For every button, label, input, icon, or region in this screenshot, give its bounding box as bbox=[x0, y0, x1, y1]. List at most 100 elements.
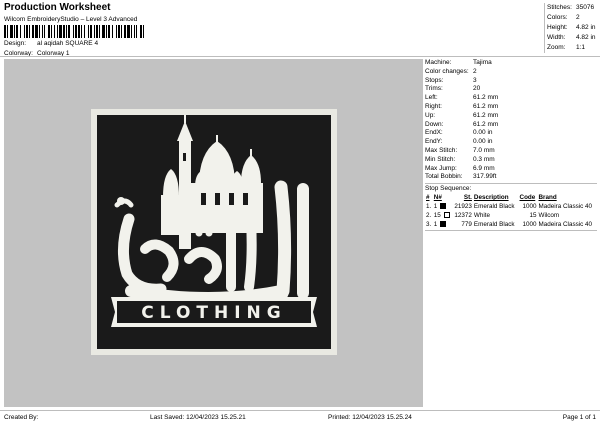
column-header: St. bbox=[463, 194, 472, 202]
color-swatch-icon bbox=[440, 221, 447, 228]
barcode-bar bbox=[48, 25, 50, 38]
stat-value: 4.82 in bbox=[576, 34, 596, 41]
design-value: al aqidah SQUARE 4 bbox=[37, 40, 99, 47]
info-value: 3 bbox=[473, 76, 477, 84]
barcode-bar bbox=[73, 25, 74, 38]
barcode-bar bbox=[14, 25, 15, 38]
stat-row: Height: 4.82 in bbox=[547, 23, 598, 33]
stat-label: Height: bbox=[547, 24, 568, 31]
stat-label: Zoom: bbox=[547, 44, 566, 51]
embroidery-patch: CLOTHING bbox=[91, 109, 337, 355]
barcode-bar bbox=[26, 25, 28, 38]
page-number: Page 1 of 1 bbox=[562, 414, 596, 421]
needle-cell: 15 bbox=[433, 211, 452, 220]
needle-number: 1 bbox=[433, 203, 438, 211]
thread-description: White bbox=[473, 212, 491, 220]
thread-description: Emerald Black bbox=[473, 221, 515, 229]
row-number: 2. bbox=[426, 212, 432, 220]
design-preview: CLOTHING bbox=[4, 59, 423, 407]
design-stats: Stitches: 35076 Colors: 2 Height: 4.82 in Widt… bbox=[544, 3, 598, 53]
info-row: Min Stitch: 0.3 mm bbox=[425, 156, 597, 165]
barcode-bar bbox=[136, 25, 137, 38]
barcode-bar bbox=[10, 25, 13, 38]
machine-info: Machine: Tajima Color changes: 2 Stops: 3 Trim… bbox=[425, 59, 597, 182]
thread-description: Emerald Black bbox=[473, 203, 515, 211]
info-row: Total Bobbin: 317.99ft bbox=[425, 173, 597, 182]
barcode-bar bbox=[68, 25, 70, 38]
stitch-count: 12372 bbox=[454, 212, 472, 220]
barcode-bar bbox=[66, 25, 67, 38]
column-header: Code bbox=[519, 194, 536, 202]
barcode bbox=[4, 25, 144, 38]
barcode-bar bbox=[57, 25, 58, 38]
info-value: 0.00 in bbox=[473, 129, 493, 137]
needle-number: 15 bbox=[433, 212, 441, 220]
barcode-bar bbox=[7, 25, 8, 38]
table-divider bbox=[425, 230, 597, 232]
machine-info-panel: Machine: Tajima Color changes: 2 Stops: 3 Trim… bbox=[425, 59, 597, 232]
stat-row: Stitches: 35076 bbox=[547, 3, 598, 13]
barcode-bar bbox=[24, 25, 25, 38]
info-value: 0.00 in bbox=[473, 138, 493, 146]
stat-value: 2 bbox=[576, 14, 580, 21]
info-label: Max Jump: bbox=[425, 164, 457, 172]
stat-value: 35076 bbox=[576, 4, 595, 11]
info-value: 61.2 mm bbox=[473, 94, 499, 102]
barcode-bar bbox=[44, 25, 45, 38]
clothing-text: CLOTHING bbox=[141, 303, 286, 323]
stitch-count: 779 bbox=[461, 221, 472, 229]
info-value: 6.9 mm bbox=[473, 164, 495, 172]
barcode-bar bbox=[102, 25, 105, 38]
info-label: Min Stitch: bbox=[425, 155, 456, 163]
thread-code: 1000 bbox=[522, 203, 537, 211]
barcode-bar bbox=[20, 25, 21, 38]
barcode-bar bbox=[112, 25, 113, 38]
stat-value: 1:1 bbox=[576, 44, 586, 51]
barcode-bar bbox=[63, 25, 65, 38]
color-swatch-icon bbox=[443, 212, 450, 219]
stat-row: Width: 4.82 in bbox=[547, 33, 598, 43]
info-label: EndX: bbox=[425, 129, 443, 137]
thread-brand: Madeira Classic 40 bbox=[538, 203, 593, 211]
barcode-bar bbox=[81, 25, 82, 38]
software-name: Wilcom EmbroideryStudio – Level 3 Advanc… bbox=[4, 16, 138, 23]
stop-sequence-title: Stop Sequence: bbox=[425, 185, 472, 193]
info-value: 61.2 mm bbox=[473, 111, 499, 119]
stat-label: Stitches: bbox=[547, 4, 572, 11]
info-row: Down: 61.2 mm bbox=[425, 121, 597, 130]
info-value: 61.2 mm bbox=[473, 102, 499, 110]
info-label: Machine: bbox=[425, 59, 452, 66]
stat-row: Zoom: 1:1 bbox=[547, 43, 598, 53]
barcode-bar bbox=[59, 25, 62, 38]
table-row: 1. 1 21923 Emerald Black 1000 Madeira Classic… bbox=[425, 202, 597, 211]
barcode-bar bbox=[32, 25, 34, 38]
thread-brand: Madeira Classic 40 bbox=[538, 221, 593, 229]
info-label: Stops: bbox=[425, 76, 444, 84]
barcode-bar bbox=[51, 25, 52, 38]
table-row: 2. 15 12372 White 15 Wilcom bbox=[425, 211, 597, 220]
row-number: 1. bbox=[426, 203, 432, 211]
stat-label: Width: bbox=[547, 34, 566, 41]
barcode-bar bbox=[94, 25, 95, 38]
thread-code: 1000 bbox=[522, 221, 537, 229]
printed-date: Printed: 12/04/2023 15.25.24 bbox=[328, 414, 412, 421]
info-label: Color changes: bbox=[425, 67, 469, 75]
barcode-bar bbox=[78, 25, 80, 38]
barcode-bar bbox=[16, 25, 18, 38]
column-header: # bbox=[426, 194, 430, 202]
color-swatch-icon bbox=[440, 203, 447, 210]
thread-brand: Wilcom bbox=[538, 212, 560, 220]
last-saved: Last Saved: 12/04/2023 15.25.21 bbox=[150, 414, 246, 421]
info-label: Total Bobbin: bbox=[425, 173, 463, 181]
barcode-bar bbox=[29, 25, 30, 38]
barcode-bar bbox=[108, 25, 110, 38]
info-row: EndX: 0.00 in bbox=[425, 129, 597, 138]
stop-sequence-header: # N# St. Description Code Brand bbox=[425, 193, 597, 202]
info-value: 317.99ft bbox=[473, 173, 497, 181]
info-label: Max Stitch: bbox=[425, 146, 458, 154]
barcode-bar bbox=[88, 25, 89, 38]
barcode-bar bbox=[140, 25, 142, 38]
barcode-bar bbox=[127, 25, 130, 38]
needle-cell: 1 bbox=[433, 202, 452, 211]
column-header: Description bbox=[473, 194, 509, 202]
